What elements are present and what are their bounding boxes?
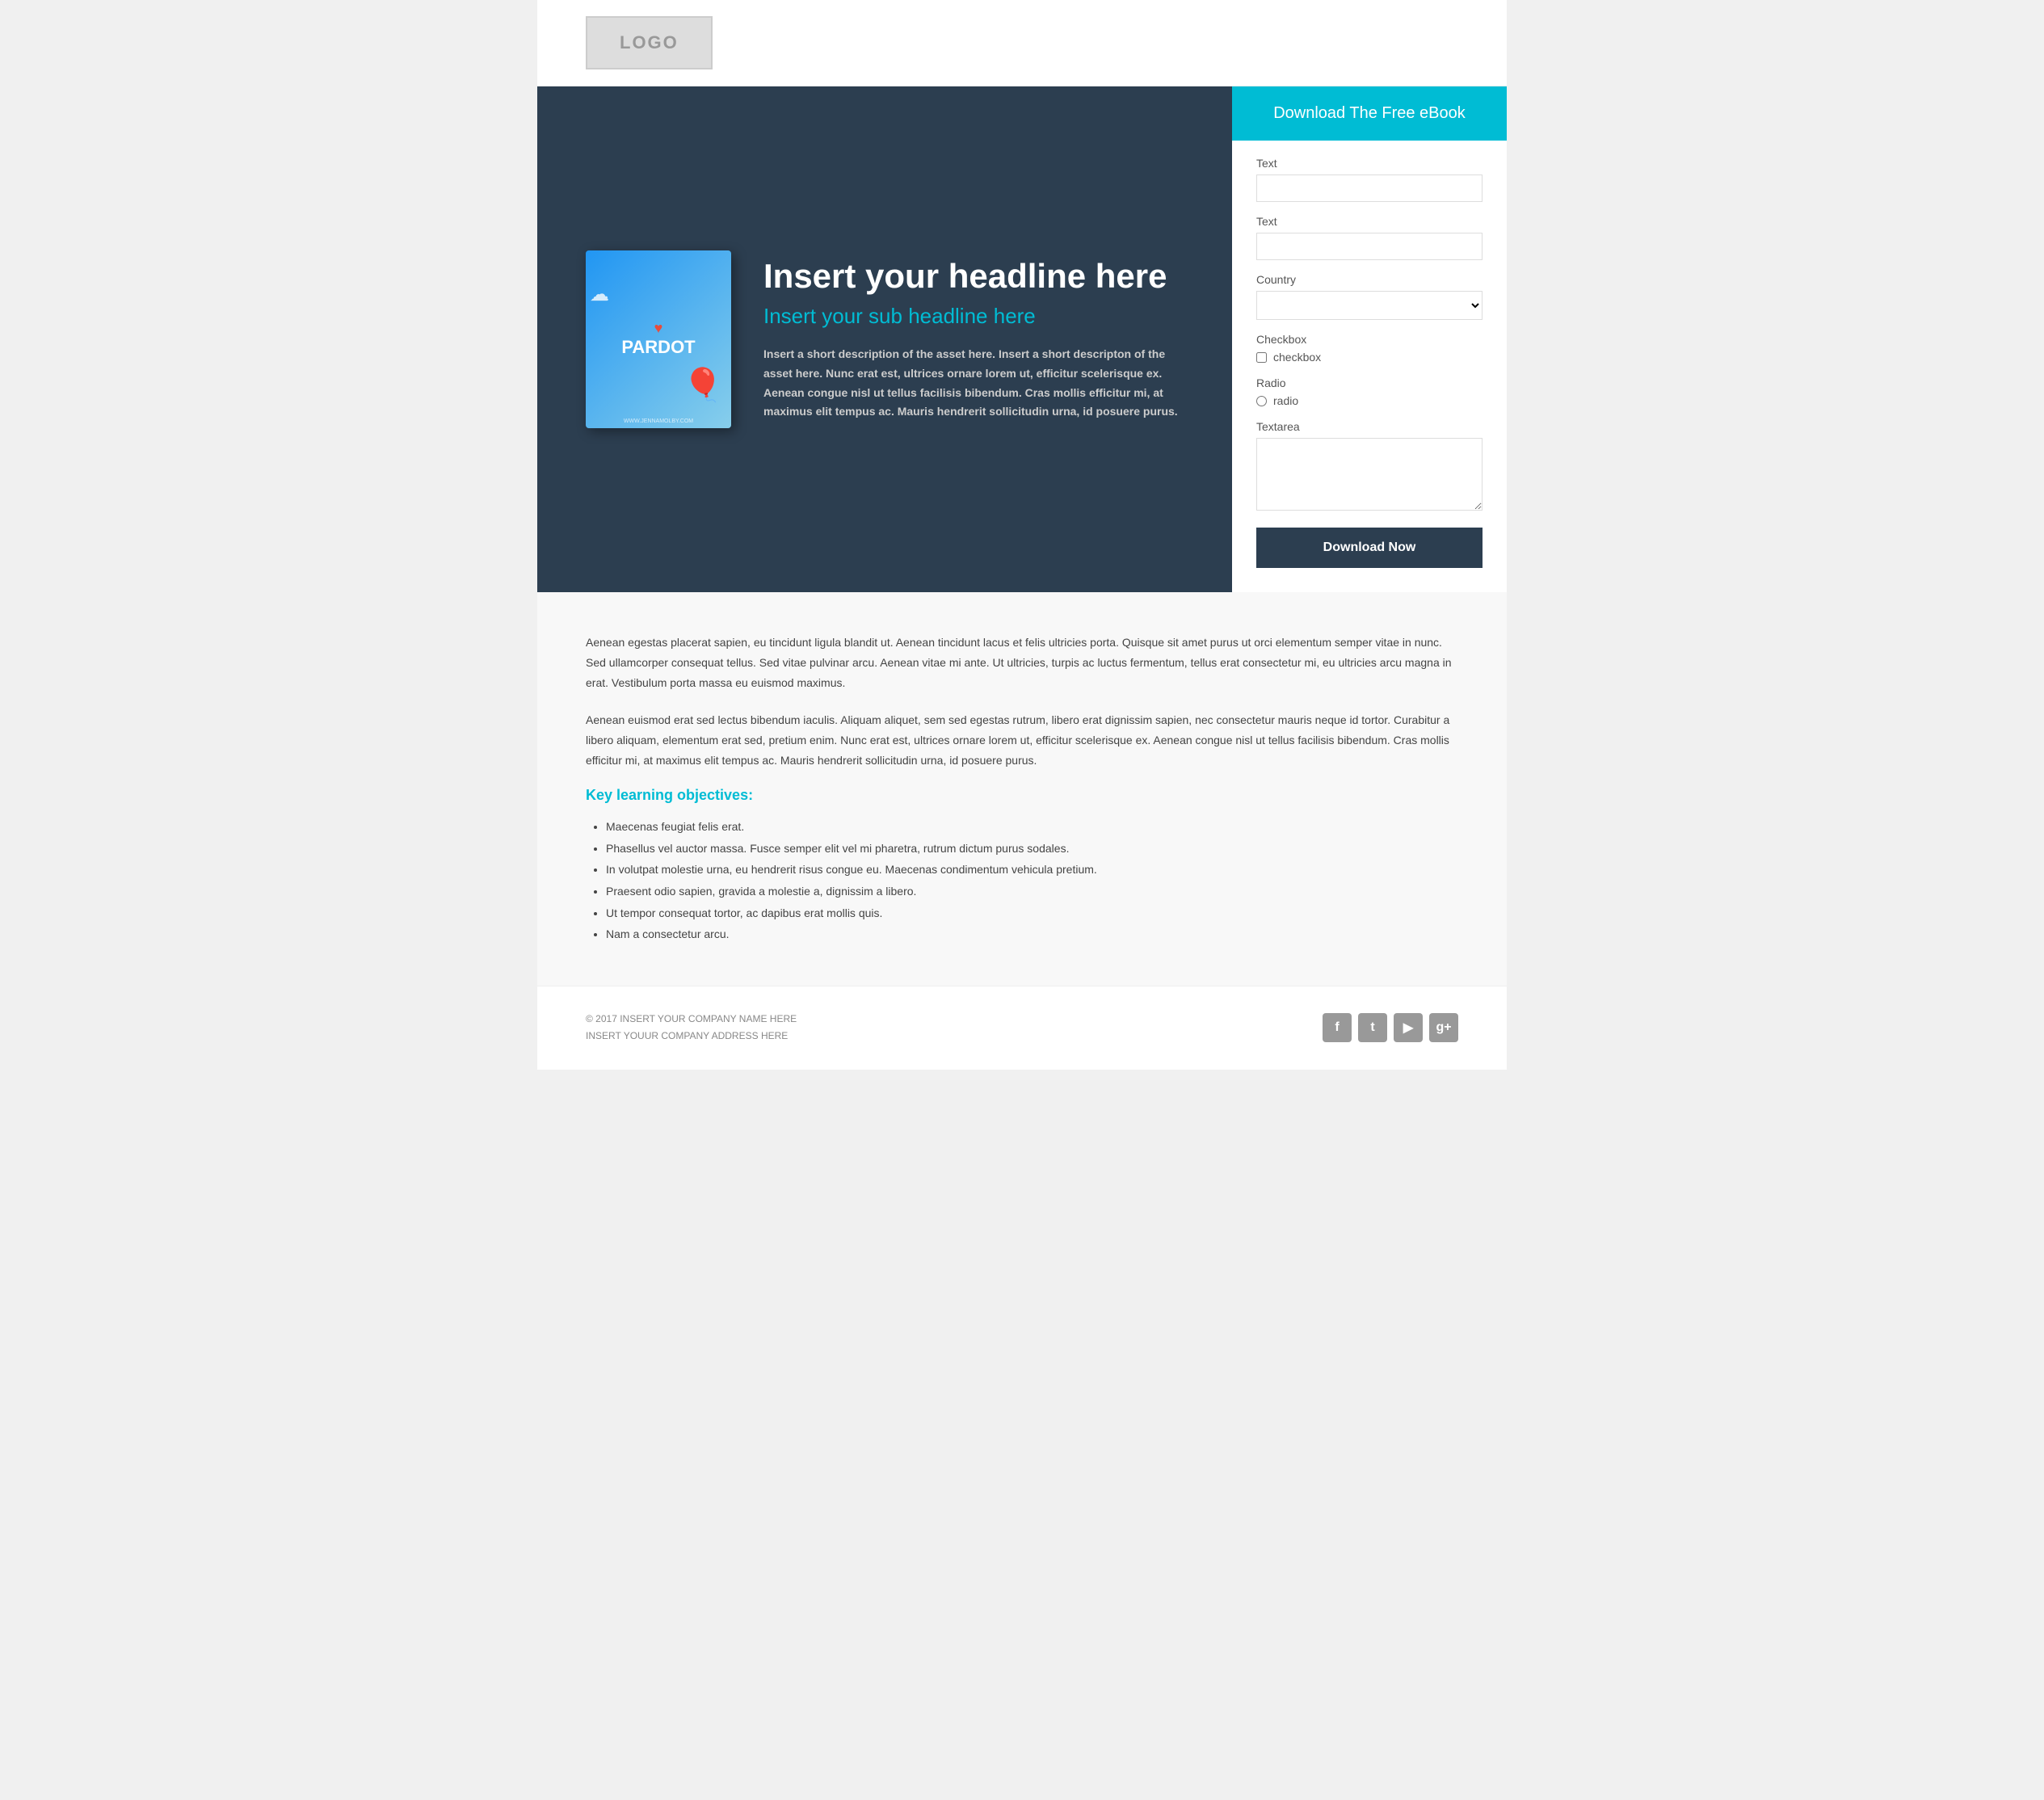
form-group-checkbox: Checkbox checkbox	[1256, 333, 1483, 364]
objectives-title: Key learning objectives:	[586, 787, 1458, 804]
textarea-label: Textarea	[1256, 420, 1483, 433]
list-item: In volutpat molestie urna, eu hendrerit …	[606, 859, 1458, 881]
text1-input[interactable]	[1256, 175, 1483, 202]
footer-address: INSERT YOUUR COMPANY ADDRESS HERE	[586, 1028, 797, 1045]
footer-left: © 2017 INSERT YOUR COMPANY NAME HERE INS…	[586, 1011, 797, 1045]
sidebar-title: Download The Free eBook	[1256, 104, 1483, 123]
content-area: Aenean egestas placerat sapien, eu tinci…	[586, 633, 1458, 945]
list-item: Praesent odio sapien, gravida a molestie…	[606, 881, 1458, 902]
text2-input[interactable]	[1256, 233, 1483, 260]
radio-input[interactable]	[1256, 396, 1267, 406]
country-label: Country	[1256, 273, 1483, 286]
main-para1: Aenean egestas placerat sapien, eu tinci…	[586, 633, 1458, 694]
form-body: Text Text Country United States United K…	[1232, 141, 1507, 592]
form-group-text1: Text	[1256, 157, 1483, 202]
list-item: Maecenas feugiat felis erat.	[606, 816, 1458, 838]
book-cover: ☁ ♥ PARDOT 🎈 WWW.JENNAMOLBY.COM	[586, 250, 731, 428]
main-para2: Aenean euismod erat sed lectus bibendum …	[586, 710, 1458, 772]
hero-content: ☁ ♥ PARDOT 🎈 WWW.JENNAMOLBY.COM Insert y…	[537, 86, 1232, 592]
book-url: WWW.JENNAMOLBY.COM	[624, 418, 693, 424]
form-group-textarea: Textarea	[1256, 420, 1483, 515]
balloon-icon: 🎈	[683, 366, 723, 404]
hero-description: Insert a short description of the asset …	[763, 345, 1184, 422]
twitter-icon[interactable]: t	[1358, 1013, 1387, 1042]
googleplus-icon[interactable]: g+	[1429, 1013, 1458, 1042]
text2-label: Text	[1256, 215, 1483, 228]
list-item: Phasellus vel auctor massa. Fusce semper…	[606, 838, 1458, 860]
footer-copyright: © 2017 INSERT YOUR COMPANY NAME HERE	[586, 1011, 797, 1028]
footer: © 2017 INSERT YOUR COMPANY NAME HERE INS…	[537, 986, 1507, 1070]
hero-section: ☁ ♥ PARDOT 🎈 WWW.JENNAMOLBY.COM Insert y…	[537, 86, 1507, 592]
list-item: Nam a consectetur arcu.	[606, 923, 1458, 945]
list-item: Ut tempor consequat tortor, ac dapibus e…	[606, 902, 1458, 924]
hero-subheadline: Insert your sub headline here	[763, 304, 1184, 329]
cloud-decoration: ☁	[590, 283, 609, 306]
form-group-country: Country United States United Kingdom Can…	[1256, 273, 1483, 320]
checkbox-section-label: Checkbox	[1256, 333, 1483, 346]
logo: LOGO	[586, 16, 713, 69]
header: LOGO	[537, 0, 1507, 86]
objectives-list: Maecenas feugiat felis erat. Phasellus v…	[586, 816, 1458, 945]
checkbox-item-label: checkbox	[1273, 351, 1321, 364]
main-content: Aenean egestas placerat sapien, eu tinci…	[537, 592, 1507, 986]
hero-text: Insert your headline here Insert your su…	[763, 257, 1184, 422]
social-icons: f t ▶ g+	[1323, 1013, 1458, 1042]
youtube-icon[interactable]: ▶	[1394, 1013, 1423, 1042]
hero-headline: Insert your headline here	[763, 257, 1184, 296]
text1-label: Text	[1256, 157, 1483, 170]
book-title: PARDOT	[621, 337, 695, 358]
sidebar-header: Download The Free eBook	[1232, 86, 1507, 141]
country-select[interactable]: United States United Kingdom Canada	[1256, 291, 1483, 320]
radio-item-label: radio	[1273, 394, 1298, 407]
textarea-input[interactable]	[1256, 438, 1483, 511]
facebook-icon[interactable]: f	[1323, 1013, 1352, 1042]
radio-section-label: Radio	[1256, 376, 1483, 389]
sidebar-form: Download The Free eBook Text Text Countr…	[1232, 86, 1507, 592]
checkbox-input[interactable]	[1256, 352, 1267, 363]
download-button[interactable]: Download Now	[1256, 528, 1483, 568]
book-heart-icon: ♥	[654, 320, 663, 337]
form-group-radio: Radio radio	[1256, 376, 1483, 407]
form-group-text2: Text	[1256, 215, 1483, 260]
